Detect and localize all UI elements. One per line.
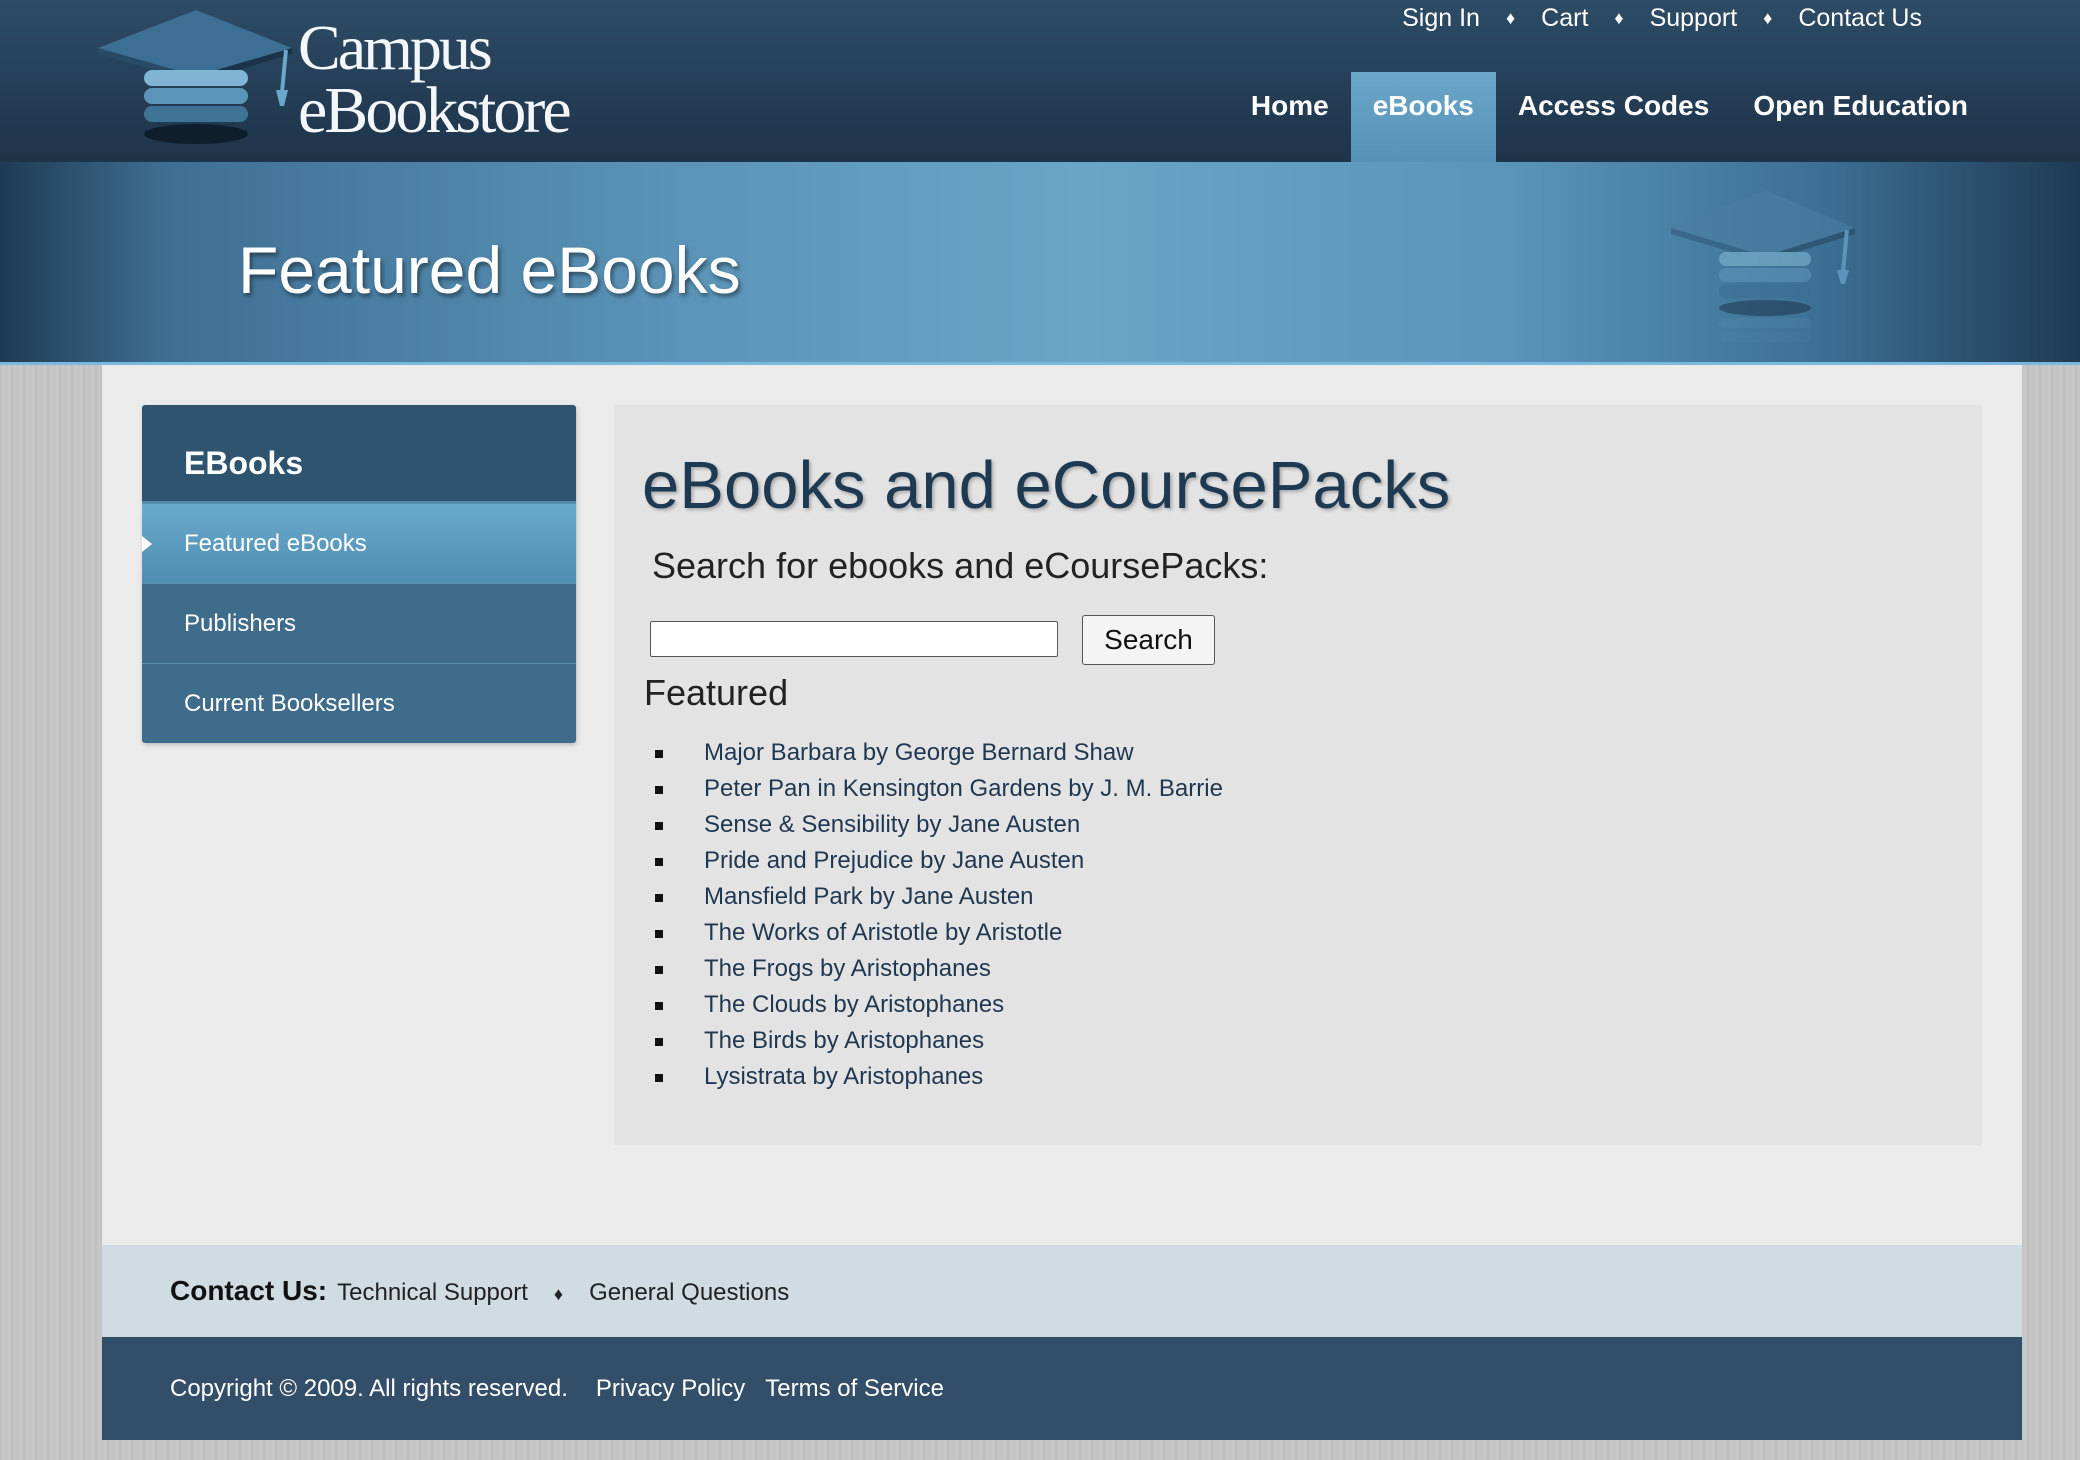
diamond-separator-icon: ♦ — [1763, 8, 1773, 28]
copyright-text: Copyright © 2009. All rights reserved. — [170, 1375, 568, 1402]
terms-of-service-link[interactable]: Terms of Service — [765, 1375, 944, 1403]
contact-us-link[interactable]: Contact Us — [1798, 4, 1922, 33]
logo-wordmark-line2: eBookstore — [298, 74, 572, 147]
site-header: Campus eBookstore Sign In ♦ Cart ♦ Suppo… — [0, 0, 2080, 162]
featured-book-link[interactable]: The Clouds by Aristophanes — [644, 987, 1223, 1023]
sidebar: EBooks Featured eBooks Publishers Curren… — [142, 405, 576, 743]
graduation-cap-logo-icon — [98, 10, 292, 144]
main-nav: Home eBooks Access Codes Open Education — [1229, 72, 1990, 162]
main-panel: eBooks and eCoursePacks Search for ebook… — [614, 405, 1982, 1145]
support-link[interactable]: Support — [1650, 4, 1738, 33]
nav-home[interactable]: Home — [1229, 72, 1351, 162]
nav-open-education[interactable]: Open Education — [1731, 72, 1990, 162]
sidebar-item-publishers[interactable]: Publishers — [142, 583, 576, 663]
sidebar-item-featured-ebooks[interactable]: Featured eBooks — [142, 503, 576, 583]
search-button[interactable]: Search — [1082, 615, 1215, 665]
contact-bar: Contact Us: Technical Support ♦ General … — [102, 1245, 2022, 1337]
sidebar-item-current-booksellers[interactable]: Current Booksellers — [142, 663, 576, 743]
copyright-bar: Copyright © 2009. All rights reserved. P… — [102, 1337, 2022, 1440]
content-area: EBooks Featured eBooks Publishers Curren… — [102, 365, 2022, 1245]
privacy-policy-link[interactable]: Privacy Policy — [596, 1375, 745, 1403]
featured-book-link[interactable]: Mansfield Park by Jane Austen — [644, 879, 1223, 915]
diamond-separator-icon: ♦ — [1614, 8, 1624, 28]
featured-book-link[interactable]: Pride and Prejudice by Jane Austen — [644, 843, 1223, 879]
site-logo[interactable]: Campus eBookstore — [96, 8, 596, 148]
diamond-separator-icon: ♦ — [1505, 8, 1516, 28]
technical-support-link[interactable]: Technical Support — [337, 1279, 528, 1307]
featured-book-link[interactable]: The Works of Aristotle by Aristotle — [644, 915, 1223, 951]
search-input[interactable] — [650, 621, 1058, 657]
page-banner: Featured eBooks — [0, 162, 2080, 365]
featured-book-link[interactable]: Peter Pan in Kensington Gardens by J. M.… — [644, 771, 1223, 807]
sidebar-heading: EBooks — [142, 405, 576, 503]
nav-access-codes[interactable]: Access Codes — [1496, 72, 1731, 162]
featured-book-link[interactable]: The Frogs by Aristophanes — [644, 951, 1223, 987]
general-questions-link[interactable]: General Questions — [589, 1279, 789, 1307]
featured-book-link[interactable]: Major Barbara by George Bernard Shaw — [644, 735, 1223, 771]
sign-in-link[interactable]: Sign In — [1402, 4, 1480, 33]
graduation-cap-banner-icon — [1671, 190, 1855, 342]
nav-ebooks[interactable]: eBooks — [1350, 72, 1496, 162]
contact-label: Contact Us: — [170, 1275, 328, 1306]
search-label: Search for ebooks and eCoursePacks: — [652, 545, 1269, 586]
featured-heading: Featured — [644, 672, 789, 713]
page-title: eBooks and eCoursePacks — [642, 448, 1451, 523]
featured-book-link[interactable]: Lysistrata by Aristophanes — [644, 1059, 1223, 1095]
diamond-separator-icon: ♦ — [553, 1284, 564, 1304]
featured-book-link[interactable]: Sense & Sensibility by Jane Austen — [644, 807, 1223, 843]
utility-nav: Sign In ♦ Cart ♦ Support ♦ Contact Us — [1402, 4, 1922, 33]
banner-title: Featured eBooks — [238, 233, 741, 307]
logo-wordmark-line1: Campus — [298, 12, 493, 83]
featured-list: Major Barbara by George Bernard Shaw Pet… — [644, 735, 1223, 1095]
cart-link[interactable]: Cart — [1541, 4, 1588, 33]
featured-book-link[interactable]: The Birds by Aristophanes — [644, 1023, 1223, 1059]
